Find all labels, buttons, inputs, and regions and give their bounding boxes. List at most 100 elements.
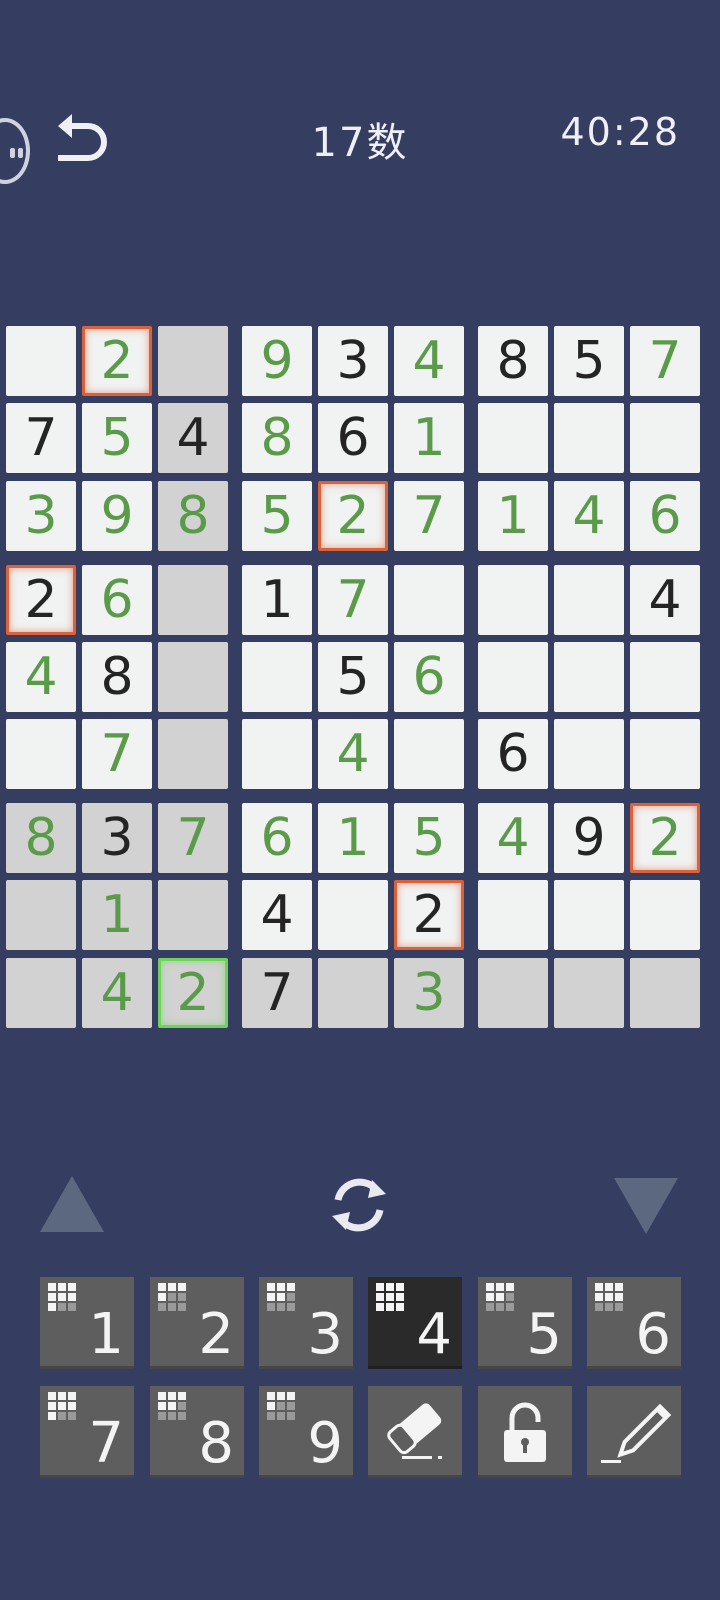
sudoku-cell-r6-c6[interactable] bbox=[394, 719, 464, 789]
triangle-up-icon[interactable] bbox=[40, 1176, 104, 1232]
sudoku-cell-r9-c6[interactable]: 3 bbox=[394, 958, 464, 1028]
number-key-7[interactable]: 7 bbox=[40, 1386, 134, 1478]
sudoku-cell-r6-c3[interactable] bbox=[158, 719, 228, 789]
sudoku-cell-r2-c9[interactable] bbox=[630, 403, 700, 473]
sudoku-cell-r8-c7[interactable] bbox=[478, 880, 548, 950]
sudoku-cell-r9-c5[interactable] bbox=[318, 958, 388, 1028]
sudoku-cell-r3-c9[interactable]: 6 bbox=[630, 481, 700, 551]
sudoku-cell-r4-c7[interactable] bbox=[478, 565, 548, 635]
refresh-button[interactable] bbox=[324, 1172, 394, 1238]
sudoku-cell-r7-c5[interactable]: 1 bbox=[318, 803, 388, 873]
sudoku-cell-r5-c6[interactable]: 6 bbox=[394, 642, 464, 712]
sudoku-cell-r2-c7[interactable] bbox=[478, 403, 548, 473]
sudoku-cell-r8-c3[interactable] bbox=[158, 880, 228, 950]
sudoku-cell-r5-c2[interactable]: 8 bbox=[82, 642, 152, 712]
sudoku-cell-r1-c1[interactable] bbox=[6, 326, 76, 396]
number-key-2[interactable]: 2 bbox=[150, 1277, 244, 1369]
sudoku-cell-r8-c6[interactable]: 2 bbox=[394, 880, 464, 950]
sudoku-cell-r6-c5[interactable]: 4 bbox=[318, 719, 388, 789]
sudoku-cell-r3-c5[interactable]: 2 bbox=[318, 481, 388, 551]
remaining-count-icon bbox=[267, 1392, 297, 1422]
sudoku-cell-r9-c7[interactable] bbox=[478, 958, 548, 1028]
sudoku-cell-r3-c3[interactable]: 8 bbox=[158, 481, 228, 551]
sudoku-cell-r4-c9[interactable]: 4 bbox=[630, 565, 700, 635]
sudoku-cell-r2-c5[interactable]: 6 bbox=[318, 403, 388, 473]
sudoku-cell-r2-c4[interactable]: 8 bbox=[242, 403, 312, 473]
sudoku-cell-r7-c1[interactable]: 8 bbox=[6, 803, 76, 873]
sudoku-cell-r1-c8[interactable]: 5 bbox=[554, 326, 624, 396]
sudoku-cell-r8-c1[interactable] bbox=[6, 880, 76, 950]
sudoku-cell-r4-c8[interactable] bbox=[554, 565, 624, 635]
sudoku-cell-r3-c4[interactable]: 5 bbox=[242, 481, 312, 551]
sudoku-cell-r3-c8[interactable]: 4 bbox=[554, 481, 624, 551]
sudoku-cell-r7-c3[interactable]: 7 bbox=[158, 803, 228, 873]
number-key-6[interactable]: 6 bbox=[587, 1277, 681, 1369]
sudoku-cell-r6-c9[interactable] bbox=[630, 719, 700, 789]
sudoku-cell-r4-c1[interactable]: 2 bbox=[6, 565, 76, 635]
sudoku-cell-r8-c2[interactable]: 1 bbox=[82, 880, 152, 950]
sudoku-cell-r5-c7[interactable] bbox=[478, 642, 548, 712]
sudoku-cell-r1-c9[interactable]: 7 bbox=[630, 326, 700, 396]
sudoku-cell-r1-c6[interactable]: 4 bbox=[394, 326, 464, 396]
sudoku-cell-r1-c5[interactable]: 3 bbox=[318, 326, 388, 396]
number-key-5[interactable]: 5 bbox=[478, 1277, 572, 1369]
pencil-button[interactable] bbox=[587, 1386, 681, 1478]
sudoku-cell-r7-c9[interactable]: 2 bbox=[630, 803, 700, 873]
sudoku-cell-r5-c8[interactable] bbox=[554, 642, 624, 712]
sudoku-cell-r6-c7[interactable]: 6 bbox=[478, 719, 548, 789]
sudoku-cell-r9-c2[interactable]: 4 bbox=[82, 958, 152, 1028]
sudoku-cell-r8-c4[interactable]: 4 bbox=[242, 880, 312, 950]
sudoku-cell-r1-c2[interactable]: 2 bbox=[82, 326, 152, 396]
sudoku-cell-r6-c4[interactable] bbox=[242, 719, 312, 789]
sudoku-cell-r1-c4[interactable]: 9 bbox=[242, 326, 312, 396]
sudoku-cell-r2-c2[interactable]: 5 bbox=[82, 403, 152, 473]
sudoku-cell-r9-c4[interactable]: 7 bbox=[242, 958, 312, 1028]
eraser-icon bbox=[387, 1403, 442, 1459]
sudoku-cell-r6-c8[interactable] bbox=[554, 719, 624, 789]
triangle-down-icon[interactable] bbox=[614, 1178, 678, 1234]
lock-button[interactable] bbox=[478, 1386, 572, 1478]
sudoku-cell-r5-c3[interactable] bbox=[158, 642, 228, 712]
sudoku-cell-r2-c1[interactable]: 7 bbox=[6, 403, 76, 473]
sudoku-cell-r7-c8[interactable]: 9 bbox=[554, 803, 624, 873]
remaining-count-icon bbox=[48, 1283, 78, 1313]
sudoku-cell-r4-c3[interactable] bbox=[158, 565, 228, 635]
sudoku-cell-r5-c4[interactable] bbox=[242, 642, 312, 712]
number-key-1[interactable]: 1 bbox=[40, 1277, 134, 1369]
number-key-8[interactable]: 8 bbox=[150, 1386, 244, 1478]
sudoku-cell-r4-c2[interactable]: 6 bbox=[82, 565, 152, 635]
number-key-label: 5 bbox=[526, 1302, 562, 1367]
sudoku-cell-r4-c4[interactable]: 1 bbox=[242, 565, 312, 635]
sudoku-cell-r8-c9[interactable] bbox=[630, 880, 700, 950]
sudoku-cell-r3-c7[interactable]: 1 bbox=[478, 481, 548, 551]
sudoku-cell-r8-c5[interactable] bbox=[318, 880, 388, 950]
sudoku-cell-r2-c8[interactable] bbox=[554, 403, 624, 473]
sudoku-cell-r4-c5[interactable]: 7 bbox=[318, 565, 388, 635]
sudoku-cell-r5-c9[interactable] bbox=[630, 642, 700, 712]
sudoku-cell-r3-c6[interactable]: 7 bbox=[394, 481, 464, 551]
sudoku-cell-r9-c3[interactable]: 2 bbox=[158, 958, 228, 1028]
sudoku-cell-r4-c6[interactable] bbox=[394, 565, 464, 635]
sudoku-cell-r2-c3[interactable]: 4 bbox=[158, 403, 228, 473]
sudoku-cell-r8-c8[interactable] bbox=[554, 880, 624, 950]
number-key-9[interactable]: 9 bbox=[259, 1386, 353, 1478]
number-key-4[interactable]: 4 bbox=[368, 1277, 462, 1369]
sudoku-cell-r9-c9[interactable] bbox=[630, 958, 700, 1028]
sudoku-cell-r6-c1[interactable] bbox=[6, 719, 76, 789]
sudoku-cell-r9-c8[interactable] bbox=[554, 958, 624, 1028]
sudoku-cell-r3-c1[interactable]: 3 bbox=[6, 481, 76, 551]
sudoku-cell-r5-c5[interactable]: 5 bbox=[318, 642, 388, 712]
sudoku-cell-r5-c1[interactable]: 4 bbox=[6, 642, 76, 712]
sudoku-cell-r2-c6[interactable]: 1 bbox=[394, 403, 464, 473]
sudoku-cell-r1-c7[interactable]: 8 bbox=[478, 326, 548, 396]
eraser-button[interactable] bbox=[368, 1386, 462, 1478]
sudoku-cell-r7-c6[interactable]: 5 bbox=[394, 803, 464, 873]
sudoku-cell-r3-c2[interactable]: 9 bbox=[82, 481, 152, 551]
sudoku-cell-r7-c7[interactable]: 4 bbox=[478, 803, 548, 873]
sudoku-cell-r9-c1[interactable] bbox=[6, 958, 76, 1028]
sudoku-cell-r7-c4[interactable]: 6 bbox=[242, 803, 312, 873]
sudoku-cell-r7-c2[interactable]: 3 bbox=[82, 803, 152, 873]
number-key-3[interactable]: 3 bbox=[259, 1277, 353, 1369]
sudoku-cell-r1-c3[interactable] bbox=[158, 326, 228, 396]
sudoku-cell-r6-c2[interactable]: 7 bbox=[82, 719, 152, 789]
